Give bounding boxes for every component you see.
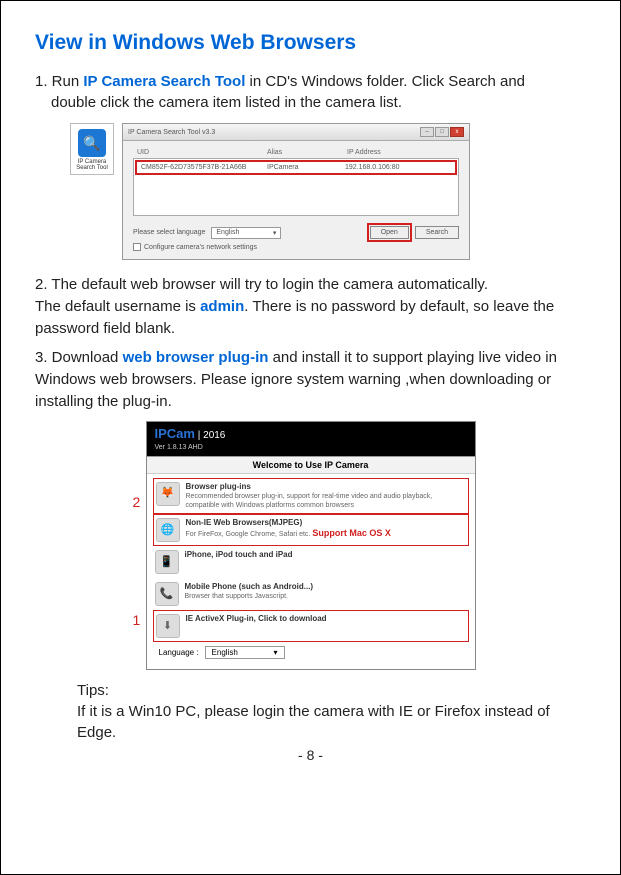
language-label: Please select language (133, 229, 205, 236)
plugin-name: web browser plug-in (123, 349, 269, 366)
opt2-title: iPhone, iPod touch and iPad (185, 550, 293, 560)
opt1-desc: For FireFox, Google Chrome, Safari etc. … (186, 528, 391, 540)
figure-1: 🔍 IP Camera Search Tool IP Camera Search… (70, 123, 586, 260)
search-tool-icon: 🔍 IP Camera Search Tool (70, 123, 114, 175)
step-1: 1. Run IP Camera Search Tool in CD's Win… (35, 71, 586, 113)
callout-2: 2 (133, 494, 141, 510)
figure-2: IPCam | 2016 Ver 1.8.13 AHD Welcome to U… (146, 421, 476, 671)
step-3: 3. Download web browser plug-in and inst… (35, 347, 586, 412)
ipcam-header: IPCam | 2016 Ver 1.8.13 AHD (147, 422, 475, 456)
close-button[interactable]: x (450, 127, 464, 137)
opt4-title: IE ActiveX Plug-in, Click to download (186, 614, 327, 624)
app-icon-label: IP Camera Search Tool (71, 159, 113, 171)
globe-icon: 🌐 (156, 518, 180, 542)
ipcam-version: Ver 1.8.13 AHD (155, 444, 203, 451)
step-2: 2. The default web browser will try to l… (35, 274, 586, 339)
firefox-icon: 🦊 (156, 482, 180, 506)
search-button[interactable]: Search (415, 226, 459, 239)
cell-ip: 192.168.0.106:80 (345, 164, 433, 171)
opt1-title: Non-IE Web Browsers(MJPEG) (186, 518, 391, 528)
option-iphone[interactable]: 📱 iPhone, iPod touch and iPad (153, 546, 469, 578)
opt3-title: Mobile Phone (such as Android...) (185, 582, 314, 592)
step2-line1: 2. The default web browser will try to l… (35, 276, 488, 293)
language-select[interactable]: English ▾ (211, 227, 281, 239)
opt0-title: Browser plug-ins (186, 482, 466, 492)
option-ie-activex[interactable]: ⬇ IE ActiveX Plug-in, Click to download (153, 610, 469, 642)
col-ip: IP Address (347, 149, 437, 156)
step1-rest2: double click the camera item listed in t… (35, 92, 586, 113)
configure-label: Configure camera's network settings (144, 244, 257, 251)
cell-alias: IPCamera (267, 164, 345, 171)
option-mobile[interactable]: 📞 Mobile Phone (such as Android...)Brows… (153, 578, 469, 610)
mobile-icon: 📞 (155, 582, 179, 606)
magnifier-icon: 🔍 (78, 129, 106, 157)
tips-heading: Tips: (77, 680, 566, 701)
chevron-down-icon: ▾ (274, 648, 278, 657)
step1-rest1: in CD's Windows folder. Click Search and (245, 73, 525, 90)
language-value: English (216, 229, 239, 237)
ipcam-language-select[interactable]: English ▾ (205, 646, 285, 659)
configure-checkbox[interactable] (133, 243, 141, 251)
option-list: 🦊 Browser plug-insRecommended browser pl… (147, 474, 475, 670)
ipcam-language-value: English (212, 648, 238, 657)
opt0-desc: Recommended browser plug-in, support for… (186, 492, 466, 510)
ipcam-language-label: Language : (159, 648, 199, 657)
window-title: IP Camera Search Tool v3.3 (128, 129, 215, 136)
search-tool-window: IP Camera Search Tool v3.3 – □ x UID Ali… (122, 123, 470, 260)
tips-body: If it is a Win10 PC, please login the ca… (77, 701, 566, 743)
table-row[interactable]: CM852F-62D73575F37B-21A66B IPCamera 192.… (135, 160, 457, 175)
ipcam-year: | 2016 (198, 430, 226, 441)
welcome-banner: Welcome to Use IP Camera (147, 456, 475, 474)
open-button[interactable]: Open (370, 226, 409, 239)
window-titlebar: IP Camera Search Tool v3.3 – □ x (123, 124, 469, 141)
search-tool-name: IP Camera Search Tool (83, 73, 245, 90)
step3-prefix: 3. Download (35, 349, 123, 366)
phone-icon: 📱 (155, 550, 179, 574)
chevron-down-icon: ▾ (273, 229, 277, 237)
minimize-button[interactable]: – (420, 127, 434, 137)
camera-list: CM852F-62D73575F37B-21A66B IPCamera 192.… (133, 158, 459, 216)
table-header: UID Alias IP Address (133, 147, 459, 158)
download-icon: ⬇ (156, 614, 180, 638)
maximize-button[interactable]: □ (435, 127, 449, 137)
page-number: - 8 - (35, 747, 586, 763)
tips-block: Tips: If it is a Win10 PC, please login … (77, 680, 566, 743)
option-non-ie[interactable]: 🌐 Non-IE Web Browsers(MJPEG)For FireFox,… (153, 514, 469, 546)
page-title: View in Windows Web Browsers (35, 31, 586, 55)
ipcam-brand: IPCam (155, 426, 195, 441)
col-uid: UID (137, 149, 267, 156)
col-alias: Alias (267, 149, 347, 156)
option-browser-plugins[interactable]: 🦊 Browser plug-insRecommended browser pl… (153, 478, 469, 515)
callout-1: 1 (133, 612, 141, 628)
opt3-desc: Browser that supports Javascript. (185, 592, 314, 601)
cell-uid: CM852F-62D73575F37B-21A66B (141, 164, 267, 171)
mac-support-label: Support Mac OS X (312, 528, 391, 538)
default-username: admin (200, 298, 244, 315)
step1-prefix: 1. Run (35, 73, 83, 90)
step2-line2a: The default username is (35, 298, 200, 315)
